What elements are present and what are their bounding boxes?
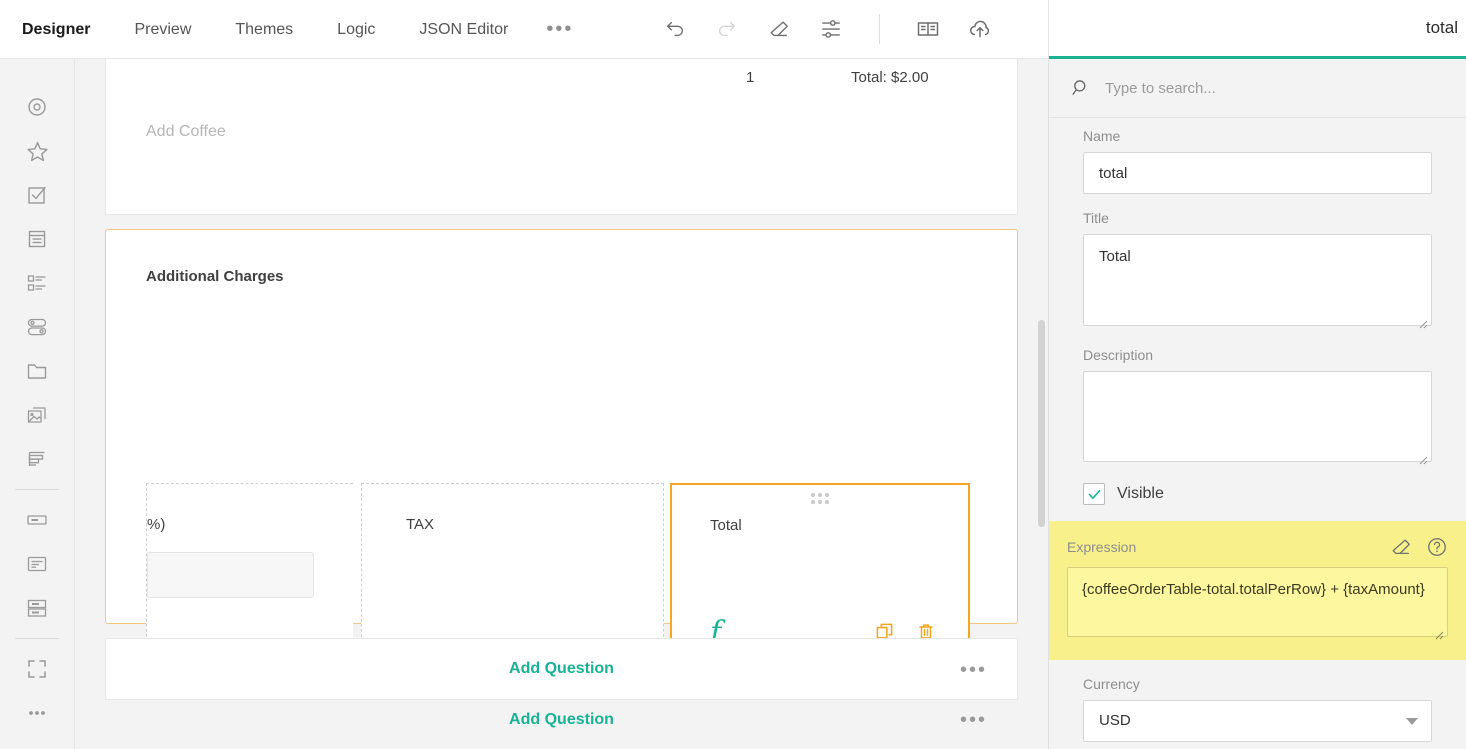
- description-label: Description: [1083, 347, 1432, 363]
- cloud-upload-icon[interactable]: [966, 15, 994, 43]
- redo-icon: [713, 15, 741, 43]
- expression-section: Expression: [1049, 521, 1466, 660]
- more-options-icon[interactable]: [15, 691, 59, 735]
- tab-logic[interactable]: Logic: [315, 0, 397, 59]
- currency-label: Currency: [1083, 676, 1432, 692]
- toolbox-sidebar: [0, 59, 75, 749]
- ranking-icon[interactable]: [15, 437, 59, 481]
- description-textarea[interactable]: [1083, 371, 1432, 463]
- app-root: Designer Preview Themes Logic JSON Edito…: [0, 0, 1466, 749]
- expression-header: Expression: [1067, 535, 1448, 559]
- order-total-value: Total: $2.00: [851, 69, 929, 86]
- property-search-row: [1049, 59, 1466, 118]
- property-fields: Name Title Description: [1049, 118, 1466, 742]
- multiline-text-icon[interactable]: [15, 542, 59, 586]
- star-rating-icon[interactable]: [15, 129, 59, 173]
- toolbar-divider: [879, 14, 880, 44]
- visible-checkbox[interactable]: [1083, 483, 1105, 505]
- dropdown-list-icon[interactable]: [15, 217, 59, 261]
- tab-designer[interactable]: Designer: [0, 0, 112, 59]
- eraser-icon[interactable]: [765, 15, 793, 43]
- search-input[interactable]: [1103, 79, 1403, 98]
- column-label: Total: [710, 517, 742, 534]
- survey-more-menu-icon[interactable]: •••: [960, 660, 987, 680]
- target-icon[interactable]: [15, 85, 59, 129]
- title-textarea[interactable]: [1083, 234, 1432, 326]
- percent-number-input[interactable]: [147, 552, 314, 598]
- single-input-icon[interactable]: [15, 498, 59, 542]
- property-grid-panel: total Name Title: [1048, 0, 1466, 749]
- field-name: Name: [1083, 128, 1432, 194]
- coffee-order-card: 1 Total: $2.00 Add Coffee: [105, 59, 1018, 215]
- checkbox-icon[interactable]: [15, 173, 59, 217]
- panel-more-menu-icon[interactable]: •••: [960, 710, 987, 730]
- panel-icon[interactable]: [15, 586, 59, 630]
- settings-sliders-icon[interactable]: [817, 15, 845, 43]
- drag-handle-icon[interactable]: [811, 493, 829, 504]
- image-icon[interactable]: [15, 393, 59, 437]
- top-toolbar: Designer Preview Themes Logic JSON Edito…: [0, 0, 1048, 59]
- search-icon: [1071, 78, 1091, 98]
- field-currency: Currency USD: [1083, 676, 1432, 742]
- undo-icon[interactable]: [661, 15, 689, 43]
- radiogroup-icon[interactable]: [15, 261, 59, 305]
- name-input[interactable]: [1083, 152, 1432, 194]
- title-label: Title: [1083, 210, 1432, 226]
- additional-charges-panel[interactable]: Additional Charges %) TAX Total ƒ: [105, 229, 1018, 624]
- column-label: TAX: [406, 516, 434, 533]
- property-panel-title: total: [1426, 18, 1458, 38]
- survey-canvas: 1 Total: $2.00 Add Coffee Additional Cha…: [75, 59, 1048, 749]
- tab-json-editor[interactable]: JSON Editor: [397, 0, 530, 59]
- file-folder-icon[interactable]: [15, 349, 59, 393]
- order-quantity-value: 1: [746, 69, 754, 86]
- field-title: Title: [1083, 210, 1432, 331]
- expression-label: Expression: [1067, 539, 1376, 555]
- visible-label: Visible: [1117, 485, 1164, 503]
- tab-themes[interactable]: Themes: [213, 0, 315, 59]
- add-coffee-row-button[interactable]: Add Coffee: [146, 123, 226, 141]
- boolean-toggle-icon[interactable]: [15, 305, 59, 349]
- question-help-icon[interactable]: [1426, 536, 1448, 558]
- survey-add-question-card: Add Question •••: [105, 638, 1018, 700]
- eraser-icon[interactable]: [1390, 536, 1412, 558]
- currency-select[interactable]: USD: [1083, 700, 1432, 742]
- preview-book-icon[interactable]: [914, 15, 942, 43]
- toolbar-actions: [661, 14, 994, 44]
- column-label: %): [147, 516, 165, 533]
- tabs-overflow-button[interactable]: •••: [530, 0, 589, 59]
- rail-divider-1: [15, 489, 59, 490]
- canvas-vertical-scrollbar[interactable]: [1038, 320, 1045, 527]
- main-tabs: Designer Preview Themes Logic JSON Edito…: [0, 0, 589, 59]
- expand-icon[interactable]: [15, 647, 59, 691]
- add-question-button[interactable]: Add Question: [509, 711, 614, 729]
- field-visible[interactable]: Visible: [1083, 483, 1432, 505]
- rail-divider-2: [15, 638, 59, 639]
- panel-add-question-row: Add Question •••: [106, 700, 1017, 740]
- panel-title: Additional Charges: [146, 268, 284, 285]
- field-description: Description: [1083, 347, 1432, 468]
- property-panel-header: total: [1049, 0, 1466, 59]
- name-label: Name: [1083, 128, 1432, 144]
- expression-textarea[interactable]: [1067, 567, 1448, 637]
- tab-preview[interactable]: Preview: [112, 0, 213, 59]
- add-question-button-bottom[interactable]: Add Question: [509, 660, 614, 678]
